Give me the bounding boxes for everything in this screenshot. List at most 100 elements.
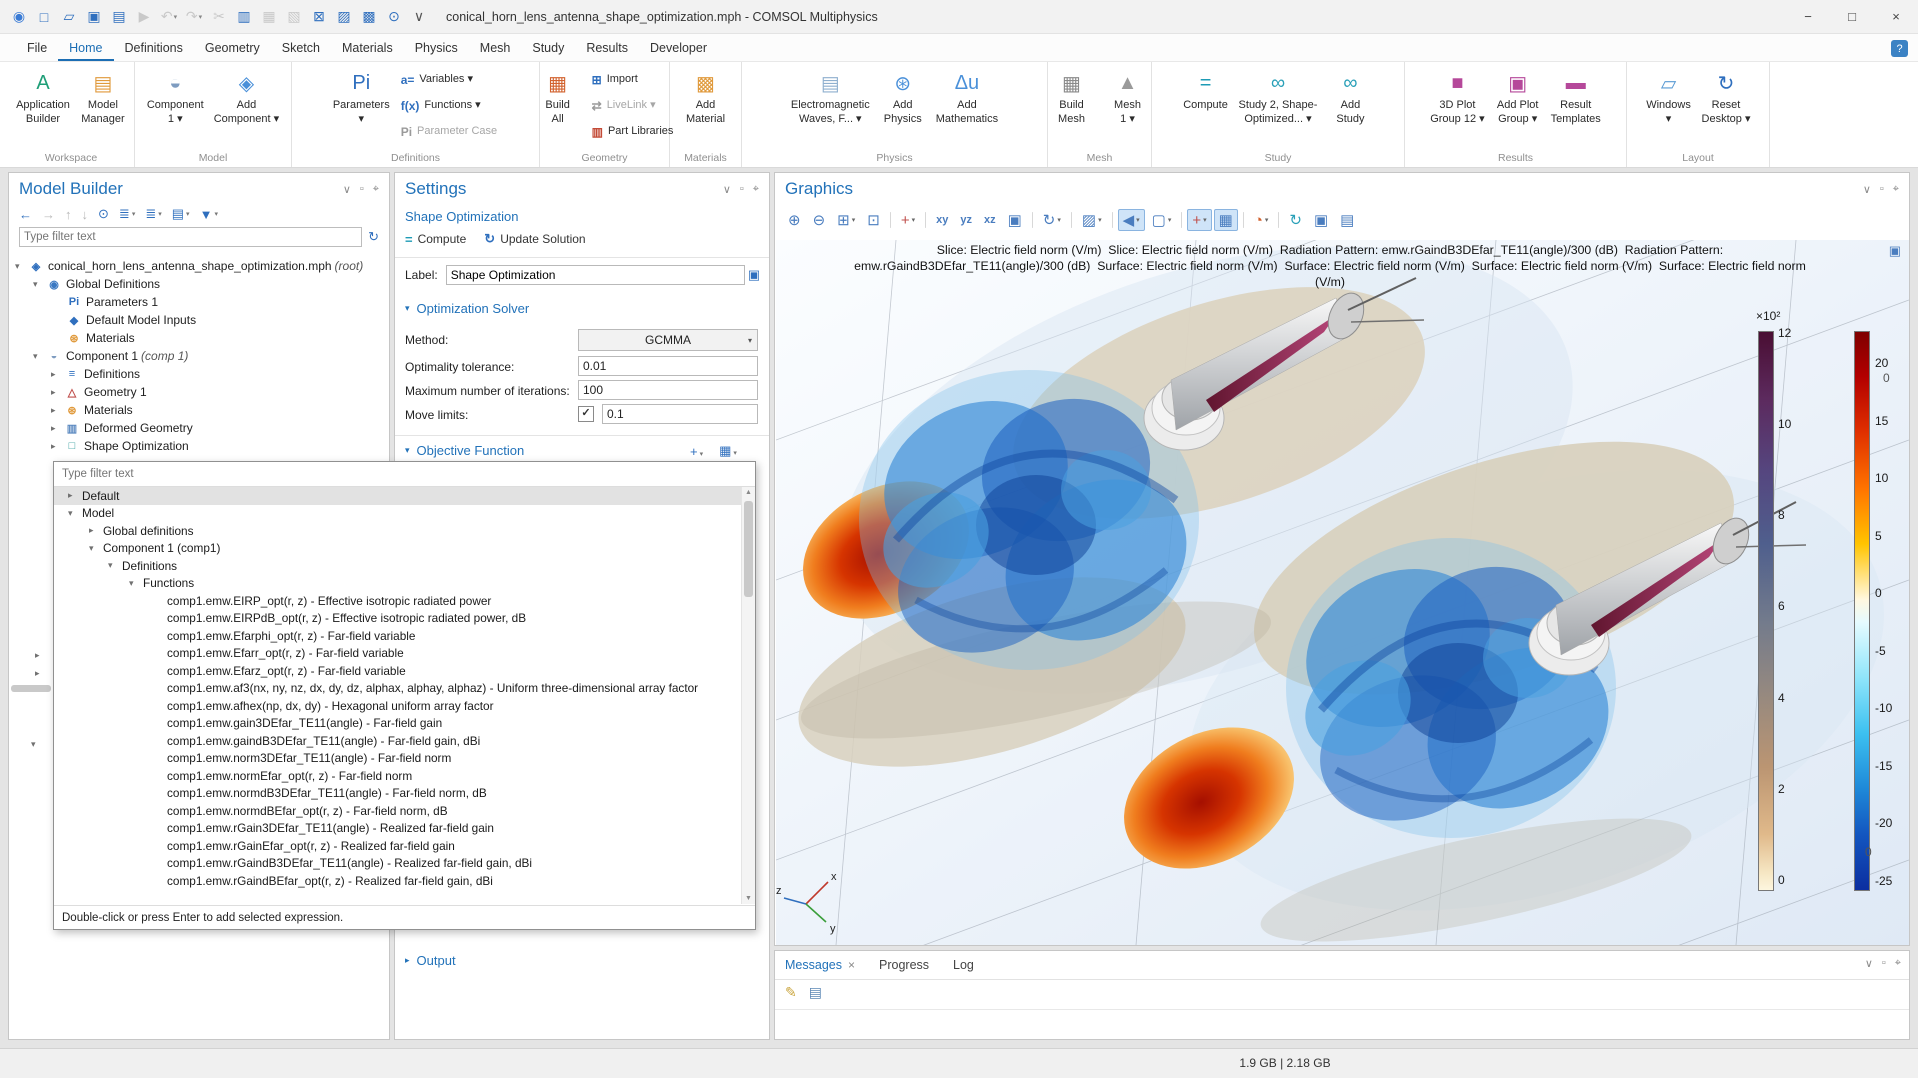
add-study-button[interactable]: ∞ Add Study	[1322, 65, 1378, 147]
move-limits-checkbox[interactable]: ✓	[578, 406, 594, 422]
graphics-tool[interactable]	[1071, 212, 1072, 228]
view-yz-icon[interactable]: yz	[955, 209, 977, 231]
move-up-icon[interactable]: ↑	[65, 207, 72, 222]
tree-chevron-icon[interactable]: ▸	[35, 668, 40, 679]
tree-chevron-icon[interactable]: ▸	[35, 650, 40, 661]
expression-list-item[interactable]: comp1.emw.normdBEfar_opt(r, z) - Far-fie…	[54, 802, 742, 820]
result-templates-button[interactable]: ▬ Result Templates	[1546, 65, 1606, 147]
zoom-box-icon[interactable]: ⊞ ▾	[832, 209, 860, 231]
update-solution-button[interactable]: ↻Update Solution	[484, 231, 585, 247]
tab-mesh[interactable]: Mesh	[469, 36, 522, 61]
find-icon[interactable]: ⊙	[383, 5, 405, 29]
scroll-down-icon[interactable]: ▼	[742, 895, 755, 902]
customize-toolbar-icon[interactable]: ∨	[408, 5, 430, 29]
tab-home[interactable]: Home	[58, 36, 113, 61]
compute-button[interactable]: = Compute	[1178, 65, 1234, 147]
float-panel-icon[interactable]: ▫	[1880, 183, 1884, 196]
expression-list-item[interactable]: comp1.emw.normdB3DEfar_TE11(angle) - Far…	[54, 785, 742, 803]
zoom-out-icon[interactable]: ⊖	[808, 209, 831, 231]
back-icon[interactable]: ←	[19, 207, 32, 222]
expression-table-button[interactable]: ▦▾	[719, 443, 737, 459]
expression-list-item[interactable]: comp1.emw.af3(nx, ny, nz, dx, dy, dz, al…	[54, 680, 742, 698]
rename-icon[interactable]: ▣	[745, 267, 763, 283]
close-button[interactable]: ×	[1874, 0, 1918, 33]
label-input[interactable]	[446, 265, 745, 285]
3d-plot-group-12-button[interactable]: ■ 3D Plot Group 12 ▾	[1425, 65, 1489, 147]
expression-list-item[interactable]: comp1.emw.afhex(np, dx, dy) - Hexagonal …	[54, 697, 742, 715]
view-xy-icon[interactable]: xy	[931, 209, 953, 231]
add-plot-group-button[interactable]: ▣ Add Plot Group ▾	[1490, 65, 1546, 147]
redo-icon[interactable]: ↷▾	[183, 5, 205, 29]
snapshot-icon[interactable]: ▣	[1309, 209, 1333, 231]
3d-scene[interactable]: x y z	[776, 240, 1909, 945]
expression-list-item[interactable]: comp1.emw.gain3DEfar_TE11(angle) - Far-f…	[54, 715, 742, 733]
electromagnetic-waves-button[interactable]: ▤ Electromagnetic Waves, F... ▾	[786, 65, 875, 147]
clear-messages-icon[interactable]: ✎	[785, 984, 797, 1001]
model-tree-filter-input[interactable]	[19, 227, 362, 247]
method-dropdown[interactable]: GCMMA▾	[578, 329, 758, 351]
tab-log[interactable]: Log	[953, 958, 974, 972]
show-axes-icon[interactable]: + ▾	[1187, 209, 1211, 231]
optimization-solver-section[interactable]: ▾ Optimization Solver	[405, 301, 529, 316]
annotate-icon[interactable]: ▩	[358, 5, 380, 29]
expression-list-item[interactable]: ▾ Model	[54, 505, 742, 523]
expression-list-item[interactable]: comp1.emw.gaindB3DEfar_TE11(angle) - Far…	[54, 732, 742, 750]
float-panel-icon[interactable]: ▫	[740, 183, 744, 196]
tree-chevron-icon[interactable]: ▾	[15, 261, 28, 272]
part-libraries-button[interactable]: ▥ Part Libraries	[586, 119, 680, 145]
expression-list-item[interactable]: comp1.emw.Efarphi_opt(r, z) - Far-field …	[54, 627, 742, 645]
maximize-button[interactable]: □	[1830, 0, 1874, 33]
update-plot-icon[interactable]: ↻	[1284, 209, 1307, 231]
windows-button[interactable]: ▱ Windows ▾	[1641, 65, 1697, 147]
expression-list-item[interactable]: comp1.emw.rGaindB3DEfar_TE11(angle) - Re…	[54, 855, 742, 873]
tree-chevron-icon[interactable]: ▾	[89, 543, 103, 554]
model-manager-button[interactable]: ▤ Model Manager	[75, 65, 131, 147]
expression-list-item[interactable]: comp1.emw.EIRPdB_opt(r, z) - Effective i…	[54, 610, 742, 628]
zoom-extents-icon[interactable]: ⊡	[862, 209, 885, 231]
selection-highlight-icon[interactable]: ◀ ▾	[1118, 209, 1145, 231]
move-down-icon[interactable]: ↓	[82, 207, 89, 222]
variables-button[interactable]: a= Variables ▾	[395, 67, 503, 93]
import-button[interactable]: ⊞ Import	[586, 67, 680, 93]
comsol-logo-icon[interactable]: ◉	[8, 5, 30, 29]
tab-developer[interactable]: Developer	[639, 36, 718, 61]
tree-chevron-icon[interactable]: ▸	[51, 405, 64, 416]
mesh-1-button[interactable]: ▲ Mesh 1 ▾	[1100, 65, 1156, 147]
copy-messages-icon[interactable]: ▤	[809, 984, 822, 1001]
graphics-tool[interactable]	[1112, 212, 1113, 228]
graphics-tool[interactable]	[1243, 212, 1244, 228]
graphics-corner-icon[interactable]: ▣	[1889, 243, 1901, 259]
expression-list-item[interactable]: ▾ Functions	[54, 575, 742, 593]
scrollbar-thumb[interactable]	[744, 501, 753, 597]
tree-item[interactable]: ▸ ▥ Deformed Geometry	[9, 419, 389, 437]
float-panel-icon[interactable]: ▫	[1882, 957, 1886, 970]
view-xz-icon[interactable]: xz	[979, 209, 1001, 231]
show-icon[interactable]: ⊙	[98, 206, 109, 222]
tree-item[interactable]: ▾ ◉ Global Definitions	[9, 275, 389, 293]
collapse-panel-icon[interactable]: ∨	[1865, 957, 1873, 970]
graphics-tool[interactable]	[1032, 212, 1033, 228]
tab-file[interactable]: File	[16, 36, 58, 61]
undo-icon[interactable]: ↶▾	[158, 5, 180, 29]
tree-chevron-icon[interactable]: ▸	[68, 490, 82, 501]
default-view-icon[interactable]: + ▾	[896, 209, 920, 231]
hide-objects-icon[interactable]: ▢ ▾	[1147, 209, 1177, 231]
collapse-panel-icon[interactable]: ∨	[723, 183, 731, 196]
add-mathematics-button[interactable]: Δu Add Mathematics	[931, 65, 1003, 147]
expression-list-item[interactable]: comp1.emw.rGainEfar_opt(r, z) - Realized…	[54, 837, 742, 855]
study-2-shape-optimized-button[interactable]: ∞ Study 2, Shape- Optimized... ▾	[1234, 65, 1323, 147]
tree-chevron-icon[interactable]: ▸	[51, 387, 64, 398]
help-button[interactable]: ?	[1891, 40, 1908, 57]
scroll-up-icon[interactable]: ▲	[742, 489, 755, 496]
select-icon[interactable]: ▨	[333, 5, 355, 29]
graphics-tool[interactable]	[1278, 212, 1279, 228]
rotate-view-icon[interactable]: ↻ ▾	[1038, 209, 1066, 231]
parameter-case-button[interactable]: Pi Parameter Case	[395, 119, 503, 145]
tab-geometry[interactable]: Geometry	[194, 36, 271, 61]
tree-chevron-icon[interactable]: ▸	[51, 369, 64, 380]
optimality-tolerance-input[interactable]	[578, 356, 758, 376]
tree-chevron-icon[interactable]: ▸	[51, 441, 64, 452]
show-grid-icon[interactable]: ▦	[1214, 209, 1238, 231]
paste-icon[interactable]: ▦	[258, 5, 280, 29]
save-as-icon[interactable]: ▤	[108, 5, 130, 29]
